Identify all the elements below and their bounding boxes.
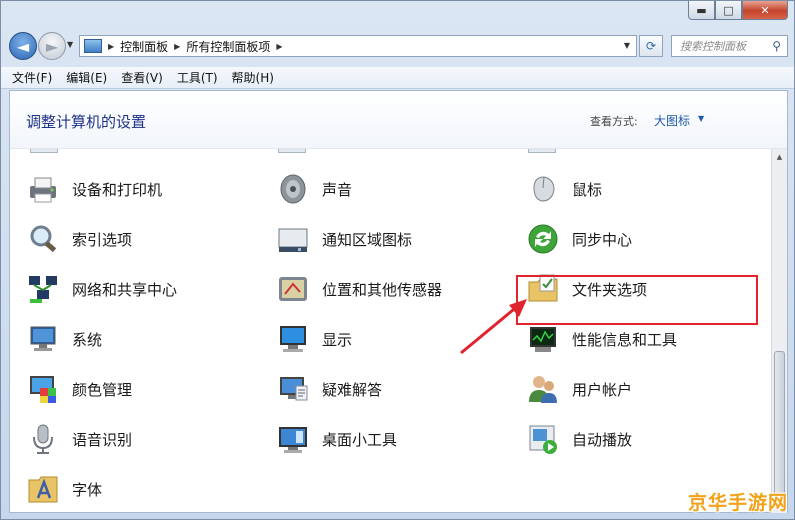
refresh-button[interactable]: ⟳ — [639, 35, 663, 57]
taskbar-icon — [276, 222, 310, 256]
item-label: 自动播放 — [572, 430, 633, 449]
title-bar[interactable]: ▬ □ ✕ — [1, 1, 794, 27]
display-icon — [276, 322, 310, 356]
color-icon — [26, 372, 60, 406]
menu-tools[interactable]: 工具(T) — [177, 69, 218, 86]
item-label: 桌面小工具 — [322, 430, 398, 449]
control-panel-icon — [84, 39, 102, 53]
item-speech-recognition[interactable]: 语音识别 — [26, 419, 256, 459]
item-fonts[interactable]: 字体 — [26, 469, 256, 509]
item-label: 网络和共享中心 — [72, 280, 178, 299]
item-user-accounts[interactable]: 用户帐户 — [526, 369, 756, 409]
item-label: 语音识别 — [72, 430, 133, 449]
scroll-thumb[interactable] — [774, 351, 785, 496]
item-label: 疑难解答 — [322, 380, 383, 399]
watermark: 京华手游网 — [687, 492, 788, 514]
item-autoplay[interactable]: 自动播放 — [526, 419, 756, 459]
network-icon — [26, 272, 60, 306]
printer-icon — [26, 172, 60, 206]
item-performance[interactable]: 性能信息和工具 — [526, 319, 756, 359]
mouse-icon — [526, 172, 560, 206]
item-label: 鼠标 — [572, 180, 603, 199]
fonts-icon — [26, 472, 60, 506]
vertical-scrollbar[interactable]: ▲ ▼ — [771, 149, 787, 513]
scroll-up-icon[interactable]: ▲ — [772, 149, 787, 164]
window-controls: ▬ □ ✕ — [688, 1, 788, 20]
content-header: 调整计算机的设置 查看方式: 大图标 ▼ — [10, 91, 787, 149]
gadgets-icon — [276, 422, 310, 456]
partial-item-icon — [528, 149, 556, 153]
magnifier-icon — [26, 222, 60, 256]
item-devices-printers[interactable]: 设备和打印机 — [26, 169, 256, 209]
forward-button[interactable]: ► — [38, 32, 66, 60]
item-label: 系统 — [72, 330, 103, 349]
breadcrumb-all-items[interactable]: 所有控制面板项 — [186, 38, 270, 55]
breadcrumb-separator-icon[interactable]: ▶ — [174, 42, 180, 51]
maximize-button[interactable]: □ — [715, 1, 742, 20]
menu-file[interactable]: 文件(F) — [12, 69, 52, 86]
item-desktop-gadgets[interactable]: 桌面小工具 — [276, 419, 506, 459]
search-icon[interactable]: ⚲ — [772, 39, 781, 53]
sensor-icon — [276, 272, 310, 306]
item-label: 显示 — [322, 330, 353, 349]
speaker-icon — [276, 172, 310, 206]
breadcrumb-separator-icon[interactable]: ▶ — [276, 42, 282, 51]
view-by-dropdown[interactable]: 大图标 — [654, 112, 690, 129]
item-label: 通知区域图标 — [322, 230, 413, 249]
users-icon — [526, 372, 560, 406]
item-label: 同步中心 — [572, 230, 633, 249]
address-dropdown-icon[interactable]: ▼ — [624, 41, 630, 50]
item-network-sharing[interactable]: 网络和共享中心 — [26, 269, 256, 309]
partial-item-icon — [278, 149, 306, 153]
menu-edit[interactable]: 编辑(E) — [66, 69, 107, 86]
troubleshoot-icon — [276, 372, 310, 406]
item-label: 索引选项 — [72, 230, 133, 249]
autoplay-icon — [526, 422, 560, 456]
item-label: 位置和其他传感器 — [322, 280, 443, 299]
menu-help[interactable]: 帮助(H) — [232, 69, 274, 86]
performance-icon — [526, 322, 560, 356]
item-sync-center[interactable]: 同步中心 — [526, 219, 756, 259]
item-label: 设备和打印机 — [72, 180, 163, 199]
item-label: 用户帐户 — [572, 380, 633, 399]
item-notification-icons[interactable]: 通知区域图标 — [276, 219, 506, 259]
back-button[interactable]: ◄ — [9, 32, 37, 60]
menu-view[interactable]: 查看(V) — [121, 69, 163, 86]
view-dropdown-icon[interactable]: ▼ — [698, 114, 704, 123]
item-system[interactable]: 系统 — [26, 319, 256, 359]
item-label: 颜色管理 — [72, 380, 133, 399]
breadcrumb-separator-icon[interactable]: ▶ — [108, 42, 114, 51]
address-bar[interactable]: ▶ 控制面板 ▶ 所有控制面板项 ▶ ▼ — [79, 35, 637, 57]
view-by-label: 查看方式: — [590, 115, 638, 128]
control-panel-items: 设备和打印机 声音 鼠标 索引选项 通知区域图标 同步中心 网络和共享中心 位置… — [10, 149, 770, 513]
control-panel-window: ▬ □ ✕ ◄ ► ▼ ▶ 控制面板 ▶ 所有控制面板项 ▶ ▼ ⟳ 搜索控制面… — [0, 0, 795, 520]
item-mouse[interactable]: 鼠标 — [526, 169, 756, 209]
sync-icon — [526, 222, 560, 256]
menu-bar: 文件(F) 编辑(E) 查看(V) 工具(T) 帮助(H) — [1, 67, 794, 89]
close-button[interactable]: ✕ — [742, 1, 788, 20]
item-sound[interactable]: 声音 — [276, 169, 506, 209]
item-label: 声音 — [322, 180, 353, 199]
recent-pages-dropdown-icon[interactable]: ▼ — [67, 40, 73, 49]
page-title: 调整计算机的设置 — [26, 113, 147, 131]
refresh-icon: ⟳ — [645, 39, 657, 53]
item-color-management[interactable]: 颜色管理 — [26, 369, 256, 409]
annotation-arrow-icon — [460, 299, 527, 355]
item-label: 性能信息和工具 — [572, 330, 678, 349]
search-input[interactable]: 搜索控制面板 ⚲ — [671, 35, 788, 57]
navigation-bar: ◄ ► ▼ ▶ 控制面板 ▶ 所有控制面板项 ▶ ▼ ⟳ 搜索控制面板 ⚲ — [1, 29, 794, 65]
computer-icon — [26, 322, 60, 356]
item-indexing-options[interactable]: 索引选项 — [26, 219, 256, 259]
partial-item-icon — [30, 149, 58, 153]
minimize-button[interactable]: ▬ — [688, 1, 715, 20]
item-label: 字体 — [72, 480, 103, 499]
item-troubleshooting[interactable]: 疑难解答 — [276, 369, 506, 409]
breadcrumb-control-panel[interactable]: 控制面板 — [120, 38, 168, 55]
microphone-icon — [26, 422, 60, 456]
highlight-box — [516, 275, 758, 325]
search-placeholder: 搜索控制面板 — [680, 40, 746, 53]
